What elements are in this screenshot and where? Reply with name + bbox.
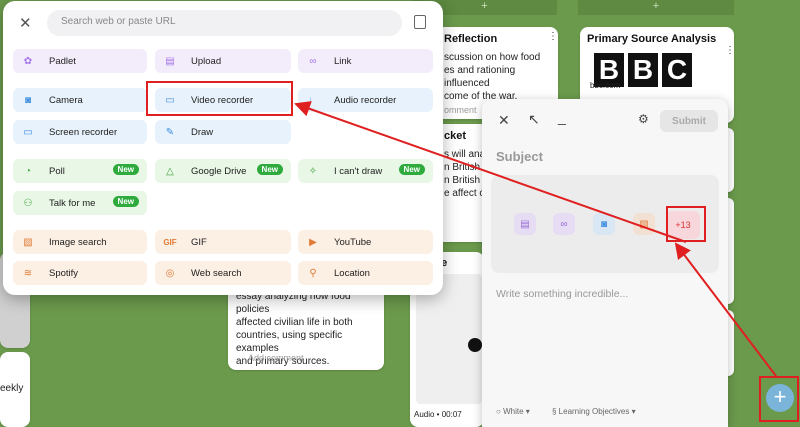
body-input[interactable]: Write something incredible... <box>496 288 628 300</box>
google-drive-icon: △ <box>166 165 174 177</box>
new-badge: New <box>112 196 139 207</box>
post-title: Primary Source Analysis <box>587 33 717 45</box>
option-camera[interactable]: ◙ Camera <box>13 88 147 112</box>
minimize-icon[interactable]: _ <box>558 109 566 125</box>
location-icon: ⚲ <box>309 267 317 279</box>
submit-button[interactable]: Submit <box>660 110 718 132</box>
option-location[interactable]: ⚲ Location <box>298 261 433 285</box>
option-cant-draw[interactable]: ✧ I can't draw New <box>298 159 433 183</box>
brush-icon: ✎ <box>165 126 175 138</box>
clipboard-icon[interactable] <box>414 15 426 29</box>
highlight-video-recorder <box>146 81 293 116</box>
upload-icon: ▤ <box>165 55 175 67</box>
expand-icon[interactable]: ↖ <box>528 111 540 128</box>
option-google-drive[interactable]: △ Google Drive New <box>155 159 291 183</box>
option-label: Screen recorder <box>49 126 118 138</box>
option-label: GIF <box>191 236 207 248</box>
spotify-icon: ≋ <box>23 267 33 279</box>
subject-input[interactable]: Subject <box>496 149 543 164</box>
option-label: Poll <box>49 165 65 177</box>
highlight-more-attachments <box>666 206 706 242</box>
color-label: White <box>503 407 524 416</box>
color-selector[interactable]: ○ White ▾ <box>496 407 530 416</box>
globe-icon: ◎ <box>165 267 175 279</box>
option-youtube[interactable]: ▶ YouTube <box>298 230 433 254</box>
section-selector[interactable]: § Learning Objectives ▾ <box>552 407 636 416</box>
option-label: Image search <box>49 236 107 248</box>
option-label: Web search <box>191 267 242 279</box>
highlight-add-post <box>759 376 799 422</box>
post-body: scussion on how food es and rationing in… <box>444 52 541 102</box>
option-label: Draw <box>191 126 214 138</box>
new-badge: New <box>398 164 425 175</box>
camera-icon: ◙ <box>24 94 32 106</box>
column-add-bar[interactable]: + <box>578 0 734 15</box>
talk-icon: ⚇ <box>23 197 33 209</box>
post-title: cket <box>444 130 467 142</box>
option-spotify[interactable]: ≋ Spotify <box>13 261 147 285</box>
padlet-icon: ✿ <box>23 55 33 67</box>
more-menu-icon[interactable]: ⋮ <box>548 31 558 42</box>
option-gif[interactable]: GIF GIF <box>155 230 291 254</box>
image-search-icon[interactable]: ▧ <box>633 213 655 235</box>
search-input[interactable]: Search web or paste URL <box>47 10 402 36</box>
option-label: Location <box>334 267 370 279</box>
option-talk-for-me[interactable]: ⚇ Talk for me New <box>13 191 147 215</box>
option-audio-recorder[interactable]: ♩ Audio recorder <box>298 88 433 112</box>
option-padlet[interactable]: ✿ Padlet <box>13 49 147 73</box>
play-icon[interactable] <box>468 338 482 352</box>
section-label: Learning Objectives <box>558 407 630 416</box>
gif-icon: GIF <box>163 237 177 247</box>
youtube-icon: ▶ <box>309 236 317 248</box>
sparkle-icon: ✧ <box>308 165 318 177</box>
audio-duration: Audio • 00:07 <box>414 410 462 419</box>
option-image-search[interactable]: ▧ Image search <box>13 230 147 254</box>
option-poll[interactable]: ◔ Poll New <box>13 159 147 183</box>
option-draw[interactable]: ✎ Draw <box>155 120 291 144</box>
option-label: Spotify <box>49 267 79 279</box>
option-label: Audio recorder <box>334 94 397 106</box>
option-label: Google Drive <box>191 165 247 177</box>
post-card-essay[interactable]: essay analyzing how food policies affect… <box>228 282 384 370</box>
microphone-icon: ♩ <box>308 94 318 106</box>
option-label: Camera <box>49 94 83 106</box>
post-card[interactable]: eekly <box>0 352 30 427</box>
poll-icon: ◔ <box>24 165 32 177</box>
option-screen-recorder[interactable]: ▭ Screen recorder <box>13 120 147 144</box>
new-badge: New <box>256 164 283 175</box>
option-link[interactable]: ∞ Link <box>298 49 433 73</box>
attachment-menu: ✕ Search web or paste URL ✿ Padlet ▤ Upl… <box>3 1 443 295</box>
image-search-icon: ▧ <box>23 236 33 248</box>
add-comment[interactable]: Add comment <box>248 353 304 363</box>
new-badge: New <box>112 164 139 175</box>
post-title: Reflection <box>444 33 498 45</box>
option-label: Upload <box>191 55 222 67</box>
option-web-search[interactable]: ◎ Web search <box>155 261 291 285</box>
post-body: eekly <box>0 383 24 394</box>
add-comment[interactable]: omment <box>444 105 477 115</box>
screen-recorder-icon: ▭ <box>23 126 33 138</box>
option-label: Padlet <box>49 55 76 67</box>
more-menu-icon[interactable]: ⋮ <box>725 45 734 56</box>
close-icon[interactable]: ✕ <box>19 14 32 32</box>
settings-icon[interactable]: ⚙ <box>638 112 649 126</box>
post-composer: ✕ ↖ _ ⚙ Submit Subject ▤ ∞ ◙ ▧ +13 Write… <box>482 99 728 427</box>
option-label: Talk for me <box>49 197 96 209</box>
link-icon[interactable]: ∞ <box>553 213 575 235</box>
camera-icon[interactable]: ◙ <box>593 213 615 235</box>
option-upload[interactable]: ▤ Upload <box>155 49 291 73</box>
link-icon: ∞ <box>309 55 317 67</box>
close-icon[interactable]: ✕ <box>498 112 510 129</box>
upload-icon[interactable]: ▤ <box>514 213 536 235</box>
link-domain: bbc.com <box>590 81 621 90</box>
option-label: I can't draw <box>334 165 383 177</box>
option-label: Link <box>334 55 352 67</box>
option-label: YouTube <box>334 236 372 248</box>
